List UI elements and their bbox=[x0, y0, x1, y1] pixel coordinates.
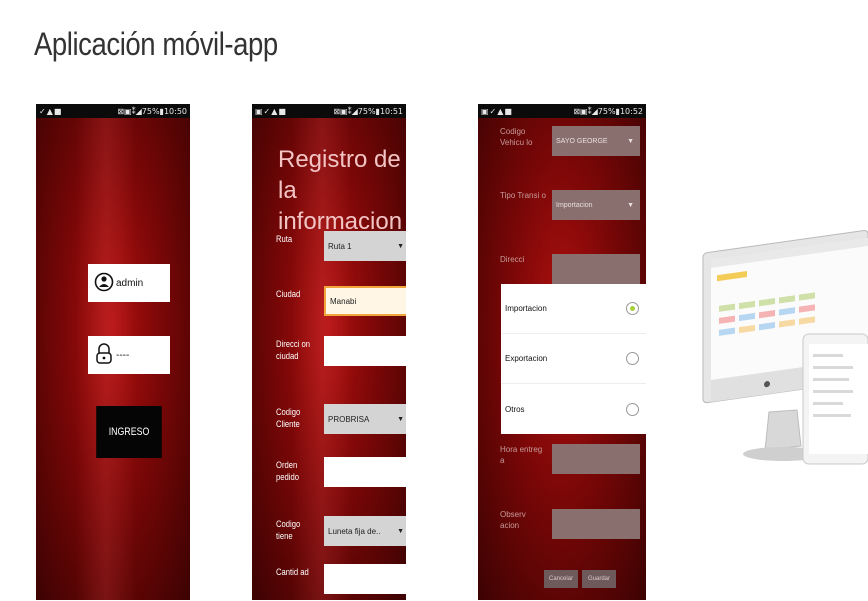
field-label: Codigo Cliente bbox=[276, 407, 301, 429]
desktop-monitor-icon bbox=[702, 229, 868, 465]
cancel-button[interactable]: Cancelar bbox=[544, 570, 578, 588]
radio-checked-icon[interactable] bbox=[626, 302, 639, 315]
field-label: Observ acion bbox=[500, 510, 526, 530]
status-clock: ⊠▣⁑◢75%▮10:52 bbox=[573, 106, 643, 116]
status-clock: ⊠▣⁑◢75%▮10:50 bbox=[117, 106, 187, 116]
direccion-input[interactable] bbox=[324, 336, 406, 366]
option-label: Otros bbox=[505, 404, 525, 414]
bottom-buttons: Cancelar Guardar bbox=[544, 570, 616, 588]
option-importacion[interactable]: Importacion bbox=[501, 284, 646, 334]
slide-title: Aplicación móvil-app bbox=[34, 26, 278, 62]
field-label: Cantid ad bbox=[276, 567, 309, 577]
save-button[interactable]: Guardar bbox=[582, 570, 616, 588]
form-row-codigo-tiene: Codigo tiene Luneta fija de.. ▼ bbox=[276, 516, 406, 556]
direccion-input[interactable] bbox=[552, 254, 640, 284]
username-field[interactable]: admin bbox=[88, 264, 170, 302]
dropdown-caret-icon: ▼ bbox=[627, 201, 634, 209]
bg-row-hora-entrega: Hora entreg a bbox=[500, 444, 646, 484]
status-clock: ⊠▣⁑◢75%▮10:51 bbox=[333, 106, 403, 116]
password-field[interactable]: ---- bbox=[88, 336, 170, 374]
transit-type-dialog: Importacion Exportacion Otros bbox=[501, 284, 646, 434]
field-label: Ruta bbox=[276, 234, 293, 244]
option-exportacion[interactable]: Exportacion bbox=[501, 334, 646, 384]
radio-unchecked-icon[interactable] bbox=[626, 352, 639, 365]
form-row-orden: Orden pedido bbox=[276, 457, 406, 497]
form-title: Registro de la informacion bbox=[278, 146, 403, 235]
codigo-tiene-select[interactable]: Luneta fija de.. ▼ bbox=[324, 516, 406, 546]
login-screen: ✓▲■ ⊠▣⁑◢75%▮10:50 admin ---- INGRESO bbox=[36, 104, 190, 600]
radio-unchecked-icon[interactable] bbox=[626, 402, 639, 416]
dropdown-caret-icon: ▼ bbox=[627, 137, 634, 145]
transit-type-dialog-screen: ▣✓▲■ ⊠▣⁑◢75%▮10:52 Codigo Vehicu lo SAYO… bbox=[478, 104, 646, 600]
form-row-ruta: Ruta Ruta 1 ▼ bbox=[276, 231, 406, 271]
form-row-ciudad: Ciudad Manabi bbox=[276, 286, 406, 326]
field-label: Codigo Vehicu lo bbox=[500, 127, 533, 147]
registration-form-screen: ▣✓▲■ ⊠▣⁑◢75%▮10:51 Registro de la inform… bbox=[252, 104, 406, 600]
hora-entrega-input[interactable] bbox=[552, 444, 640, 474]
bg-row-codigo-vehiculo: Codigo Vehicu lo SAYO GEORGE ▼ bbox=[500, 126, 646, 166]
form-row-direccion: Direcci on ciudad bbox=[276, 336, 406, 376]
tipo-transito-select[interactable]: Importacion ▼ bbox=[552, 190, 640, 220]
status-icons-left: ▣✓▲■ bbox=[481, 106, 513, 116]
status-icons-left: ▣✓▲■ bbox=[255, 106, 287, 116]
cantidad-input[interactable] bbox=[324, 564, 406, 594]
codigo-vehiculo-select[interactable]: SAYO GEORGE ▼ bbox=[552, 126, 640, 156]
lock-icon bbox=[94, 342, 114, 368]
field-label: Codigo tiene bbox=[276, 519, 301, 541]
bg-row-observacion: Observ acion bbox=[500, 509, 646, 549]
user-icon bbox=[94, 272, 114, 295]
orden-pedido-input[interactable] bbox=[324, 457, 406, 487]
observacion-input[interactable] bbox=[552, 509, 640, 539]
form-row-codigo-cliente: Codigo Cliente PROBRISA ▼ bbox=[276, 404, 406, 444]
ciudad-input[interactable]: Manabi bbox=[324, 286, 406, 316]
codigo-cliente-select[interactable]: PROBRISA ▼ bbox=[324, 404, 406, 434]
status-bar: ▣✓▲■ ⊠▣⁑◢75%▮10:52 bbox=[478, 104, 646, 118]
login-button[interactable]: INGRESO bbox=[96, 406, 162, 458]
field-label: Direcci bbox=[500, 255, 525, 264]
field-label: Orden pedido bbox=[276, 460, 299, 482]
status-icons-left: ✓▲■ bbox=[39, 106, 63, 116]
status-bar: ✓▲■ ⊠▣⁑◢75%▮10:50 bbox=[36, 104, 190, 118]
form-row-cantidad: Cantid ad bbox=[276, 564, 406, 600]
option-label: Importacion bbox=[505, 304, 547, 313]
field-label: Ciudad bbox=[276, 289, 301, 299]
password-value: ---- bbox=[116, 349, 130, 361]
status-bar: ▣✓▲■ ⊠▣⁑◢75%▮10:51 bbox=[252, 104, 406, 118]
dropdown-caret-icon: ▼ bbox=[397, 415, 404, 423]
bg-row-tipo-transito: Tipo Transi o Importacion ▼ bbox=[500, 190, 646, 230]
field-label: Direcci on ciudad bbox=[276, 339, 311, 361]
option-otros[interactable]: Otros bbox=[501, 384, 646, 434]
dropdown-caret-icon: ▼ bbox=[397, 527, 404, 535]
ruta-select[interactable]: Ruta 1 ▼ bbox=[324, 231, 406, 261]
field-label: Tipo Transi o bbox=[500, 191, 546, 200]
dropdown-caret-icon: ▼ bbox=[397, 242, 404, 250]
field-label: Hora entreg a bbox=[500, 445, 543, 465]
username-value: admin bbox=[116, 277, 144, 289]
option-label: Exportacion bbox=[505, 354, 548, 363]
devices-illustration bbox=[697, 214, 868, 474]
